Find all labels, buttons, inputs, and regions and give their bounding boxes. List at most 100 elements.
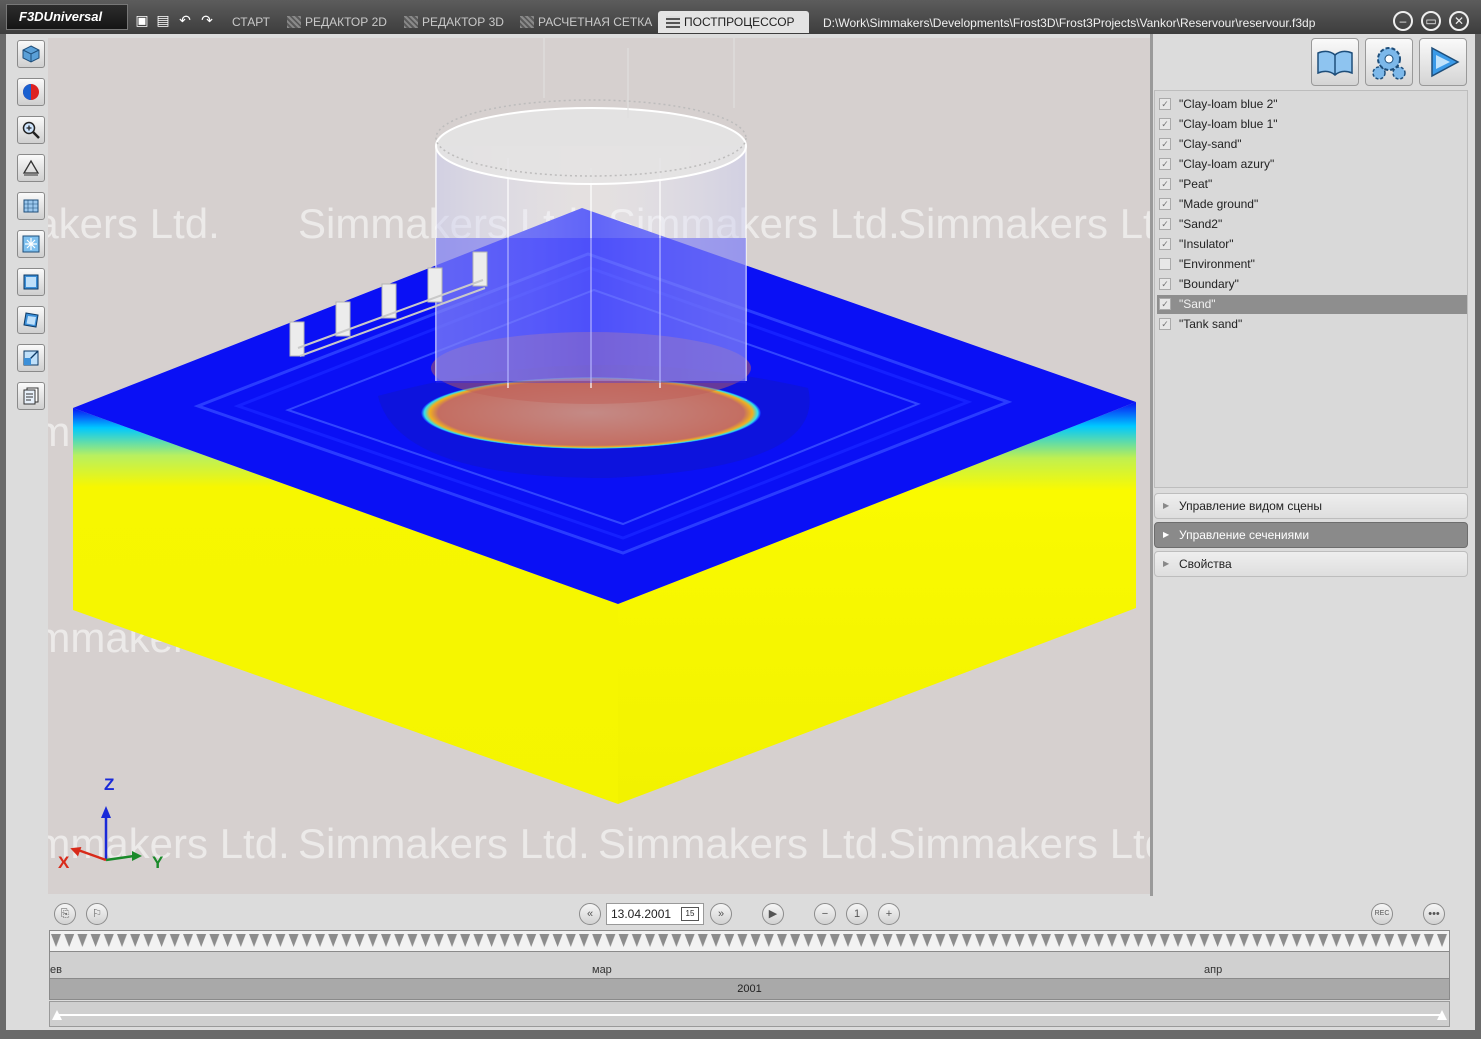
redo-icon[interactable]: ↷ (199, 12, 215, 28)
layer-item[interactable]: ✓ "Peat" (1157, 175, 1467, 194)
grid-view-button[interactable] (17, 192, 45, 220)
layer-item[interactable]: ✓ "Boundary" (1157, 275, 1467, 294)
timeline-scrubber[interactable] (49, 1001, 1450, 1027)
month-row: ев мар апр (49, 952, 1450, 978)
section-icon (22, 235, 40, 253)
layer-checkbox[interactable]: ✓ (1159, 298, 1171, 310)
sections-label: Управление сечениями (1179, 528, 1310, 542)
export-frame-button[interactable]: ⎘ (54, 903, 76, 925)
maximize-icon[interactable]: ▭ (1421, 11, 1441, 31)
layer-item-selected[interactable]: ✓ "Sand" (1157, 295, 1467, 314)
tab-postprocessor[interactable]: ПОСТПРОЦЕССОР (658, 11, 809, 33)
layer-checkbox[interactable]: ✓ (1159, 138, 1171, 150)
calendar-icon[interactable]: 15 (681, 907, 699, 921)
layer-item[interactable]: ✓ "Clay-loam blue 2" (1157, 95, 1467, 114)
report-button[interactable] (17, 382, 45, 410)
reference-button[interactable] (1311, 38, 1359, 86)
play-icon (1431, 46, 1460, 78)
axis-x-label: X (58, 853, 70, 872)
layer-item[interactable]: ✓ "Clay-loam azury" (1157, 155, 1467, 174)
undo-icon[interactable]: ↶ (177, 12, 193, 28)
open-icon[interactable]: ▤ (155, 12, 171, 28)
record-label: REC (1374, 910, 1390, 917)
play-button[interactable]: ▶ (762, 903, 784, 925)
layer-checkbox[interactable]: ✓ (1159, 318, 1171, 330)
layer-label: "Clay-sand" (1179, 137, 1242, 151)
panel-splitter[interactable] (1150, 34, 1153, 896)
date-field[interactable]: 13.04.2001 15 (606, 903, 704, 925)
timeline-ticks[interactable] (49, 930, 1450, 952)
layer-item[interactable]: "Environment" (1157, 255, 1467, 274)
layer-item[interactable]: ✓ "Tank sand" (1157, 315, 1467, 334)
record-button[interactable]: REC (1371, 903, 1393, 925)
scene-canvas[interactable]: Simmakers Ltd. Simmakers Ltd. Simmakers … (48, 38, 1150, 894)
tab-editor-3d[interactable]: РЕДАКТОР 3D (400, 11, 504, 33)
layer-item[interactable]: ✓ "Insulator" (1157, 235, 1467, 254)
export-icon: ⎘ (60, 908, 70, 920)
sections-panel[interactable]: ▶ Управление сечениями (1154, 522, 1468, 548)
axis-y-label: Y (152, 853, 164, 872)
run-button[interactable] (1419, 38, 1467, 86)
step-value-label: 1 (853, 908, 861, 920)
tab-editor-2d[interactable]: РЕДАКТОР 2D (283, 11, 387, 33)
3d-viewport[interactable]: Simmakers Ltd. Simmakers Ltd. Simmakers … (48, 38, 1150, 894)
axis-view-button[interactable] (17, 154, 45, 182)
layer-checkbox[interactable] (1159, 258, 1171, 270)
watermark-text: Simmakers Ltd. (298, 820, 590, 867)
layer-checkbox[interactable]: ✓ (1159, 278, 1171, 290)
editor-2d-icon (287, 16, 301, 28)
layer-label: "Clay-loam azury" (1179, 157, 1275, 171)
step-back-button[interactable]: « (579, 903, 601, 925)
tab-start[interactable]: СТАРТ (228, 11, 270, 33)
watermark-text: Simmakers Ltd. (888, 820, 1150, 867)
app-logo[interactable]: F3DUniversal (6, 4, 128, 30)
layer-list: ✓ "Clay-loam blue 2" ✓ "Clay-loam blue 1" … (1154, 90, 1468, 488)
minus-icon: − (821, 908, 829, 920)
gears-icon (1372, 47, 1406, 80)
watermark-text: Simmakers Ltd. (598, 820, 890, 867)
increase-step-button[interactable]: + (878, 903, 900, 925)
axis-z-label: Z (104, 775, 114, 794)
month-label: мар (592, 964, 612, 976)
layer-label: "Tank sand" (1179, 317, 1243, 331)
chevron-right-icon: ▶ (1163, 501, 1170, 510)
decrease-step-button[interactable]: − (814, 903, 836, 925)
postprocessor-icon (666, 16, 680, 28)
layer-item[interactable]: ✓ "Made ground" (1157, 195, 1467, 214)
zoom-button[interactable] (17, 116, 45, 144)
layer-checkbox[interactable]: ✓ (1159, 178, 1171, 190)
view-cube-button[interactable] (17, 40, 45, 68)
layer-item[interactable]: ✓ "Clay-sand" (1157, 135, 1467, 154)
solver-settings-button[interactable] (1365, 38, 1413, 86)
watermark-text: Simmakers Ltd. (898, 200, 1150, 247)
left-toolbar (8, 34, 48, 894)
step-value[interactable]: 1 (846, 903, 868, 925)
layer-label: "Peat" (1179, 177, 1213, 191)
bookmark-button[interactable]: ⚐ (86, 903, 108, 925)
minimize-icon[interactable]: – (1393, 11, 1413, 31)
layer-checkbox[interactable]: ✓ (1159, 238, 1171, 250)
properties-panel[interactable]: ▶ Свойства (1154, 551, 1468, 577)
scene-view-panel[interactable]: ▶ Управление видом сцены (1154, 493, 1468, 519)
layer-checkbox[interactable]: ✓ (1159, 118, 1171, 130)
range-start-handle[interactable] (52, 1010, 62, 1020)
mesh-icon (520, 16, 534, 28)
layer-item[interactable]: ✓ "Clay-loam blue 1" (1157, 115, 1467, 134)
layer-checkbox[interactable]: ✓ (1159, 158, 1171, 170)
layer-checkbox[interactable]: ✓ (1159, 198, 1171, 210)
layer-checkbox[interactable]: ✓ (1159, 218, 1171, 230)
front-view-button[interactable] (17, 268, 45, 296)
step-forward-button[interactable]: » (710, 903, 732, 925)
color-map-button[interactable] (17, 78, 45, 106)
tab-mesh[interactable]: РАСЧЕТНАЯ СЕТКА (516, 11, 652, 33)
close-icon[interactable]: ✕ (1449, 11, 1469, 31)
save-icon[interactable]: ▣ (134, 12, 150, 28)
side-view-button[interactable] (17, 344, 45, 372)
more-options-button[interactable]: ••• (1423, 903, 1445, 925)
range-end-handle[interactable] (1437, 1010, 1447, 1020)
layer-item[interactable]: ✓ "Sand2" (1157, 215, 1467, 234)
iso-view-button[interactable] (17, 306, 45, 334)
layer-checkbox[interactable]: ✓ (1159, 98, 1171, 110)
properties-label: Свойства (1179, 557, 1232, 571)
section-button[interactable] (17, 230, 45, 258)
